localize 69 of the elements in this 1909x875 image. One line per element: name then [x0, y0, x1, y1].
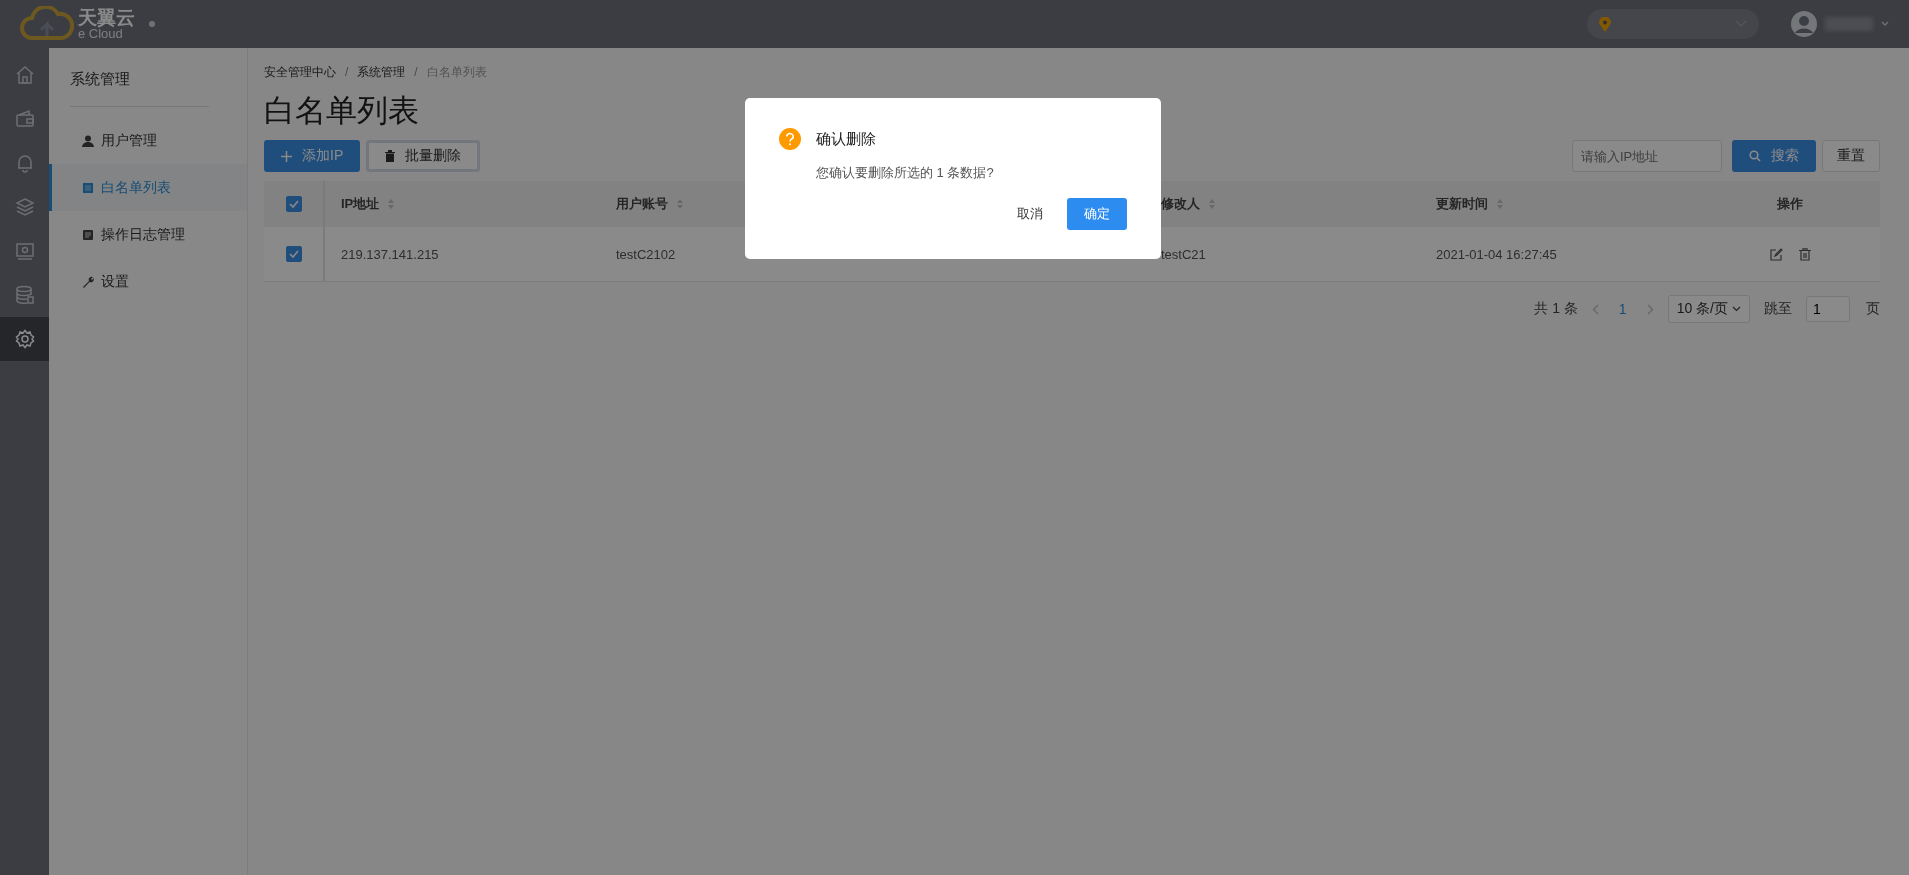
avatar-icon[interactable] — [1791, 11, 1817, 37]
cancel-button[interactable]: 取消 — [1017, 205, 1043, 223]
table-cell: 219.137.141.215 — [341, 246, 439, 262]
chevron-down-icon[interactable] — [1881, 21, 1889, 27]
column-header[interactable]: 修改人 — [1161, 195, 1216, 213]
sort-icon[interactable] — [1208, 198, 1216, 210]
location-pin-icon — [1599, 16, 1611, 32]
page-size-select[interactable]: 10 条/页 — [1667, 295, 1750, 323]
select-all-checkbox[interactable] — [285, 196, 302, 212]
plus-icon — [281, 150, 292, 162]
dialog-message: 您确认要删除所选的 1 条数据? — [816, 164, 995, 182]
question-icon — [779, 128, 801, 150]
reset-button[interactable]: 重置 — [1822, 140, 1880, 172]
sidebar-item[interactable]: 操作日志管理 — [49, 211, 247, 258]
row-checkbox[interactable] — [285, 246, 302, 262]
database-icon — [14, 285, 35, 305]
home-icon — [14, 65, 35, 85]
page-number[interactable]: 1 — [1612, 301, 1633, 317]
logo-title: 天翼云 — [78, 8, 135, 27]
sidebar-title: 系统管理 — [69, 70, 131, 89]
table-cell: testC21 — [1161, 246, 1206, 262]
page-jump-field[interactable]: 1 — [1806, 296, 1850, 322]
person-icon — [82, 134, 94, 147]
search-icon — [1749, 150, 1761, 162]
table-cell: testC2102 — [616, 246, 676, 262]
column-header[interactable]: 更新时间 — [1436, 195, 1504, 213]
list-icon — [82, 181, 94, 194]
search-button[interactable]: 搜索 — [1732, 140, 1816, 172]
check-icon — [288, 250, 299, 258]
page-title: 白名单列表 — [264, 92, 420, 130]
ip-search-field[interactable]: 请输入IP地址 — [1572, 140, 1722, 172]
gear-nav-item[interactable] — [0, 317, 49, 361]
breadcrumb-separator: / — [345, 65, 349, 79]
wallet-icon — [14, 109, 35, 129]
cloud-logo-icon — [20, 6, 74, 42]
sidebar-item[interactable]: 设置 — [49, 258, 247, 305]
chevron-down-icon — [1732, 306, 1741, 312]
batch-delete-button[interactable]: 批量删除 — [366, 140, 481, 172]
sort-icon[interactable] — [387, 198, 396, 210]
dot-icon — [149, 21, 155, 27]
previous-page-icon[interactable] — [1591, 303, 1599, 315]
logo-subtitle: e Cloud — [78, 27, 123, 40]
document-icon — [82, 228, 94, 241]
confirm-button[interactable]: 确定 — [1067, 198, 1127, 230]
sidebar-item[interactable]: 用户管理 — [49, 117, 247, 164]
monitor-icon — [14, 241, 35, 261]
column-header[interactable]: 操作 — [1777, 195, 1803, 213]
jump-label: 跳至 — [1764, 300, 1792, 318]
column-header[interactable]: IP地址 — [341, 195, 396, 213]
total-count: 共 1 条 — [1534, 300, 1578, 318]
page-suffix: 页 — [1866, 300, 1880, 318]
column-header[interactable]: 用户账号 — [616, 195, 684, 213]
breadcrumb-link[interactable]: 系统管理 — [357, 63, 406, 81]
check-icon — [288, 200, 299, 208]
region-select[interactable] — [1587, 9, 1759, 39]
dialog-title: 确认删除 — [816, 129, 876, 149]
trash-icon — [385, 150, 396, 162]
breadcrumb-separator: / — [414, 65, 418, 79]
edit-icon[interactable] — [1769, 247, 1783, 261]
layers-icon — [14, 197, 35, 217]
sort-icon[interactable] — [1496, 198, 1504, 210]
table-cell: 2021-01-04 16:27:45 — [1436, 246, 1557, 262]
breadcrumb-link[interactable]: 安全管理中心 — [264, 63, 336, 81]
wrench-icon — [82, 275, 94, 288]
gear-icon — [14, 329, 35, 349]
sort-icon[interactable] — [676, 198, 684, 210]
next-page-icon[interactable] — [1646, 303, 1654, 315]
trash-icon[interactable] — [1798, 247, 1811, 261]
add-ip-button[interactable]: 添加IP — [264, 140, 361, 172]
